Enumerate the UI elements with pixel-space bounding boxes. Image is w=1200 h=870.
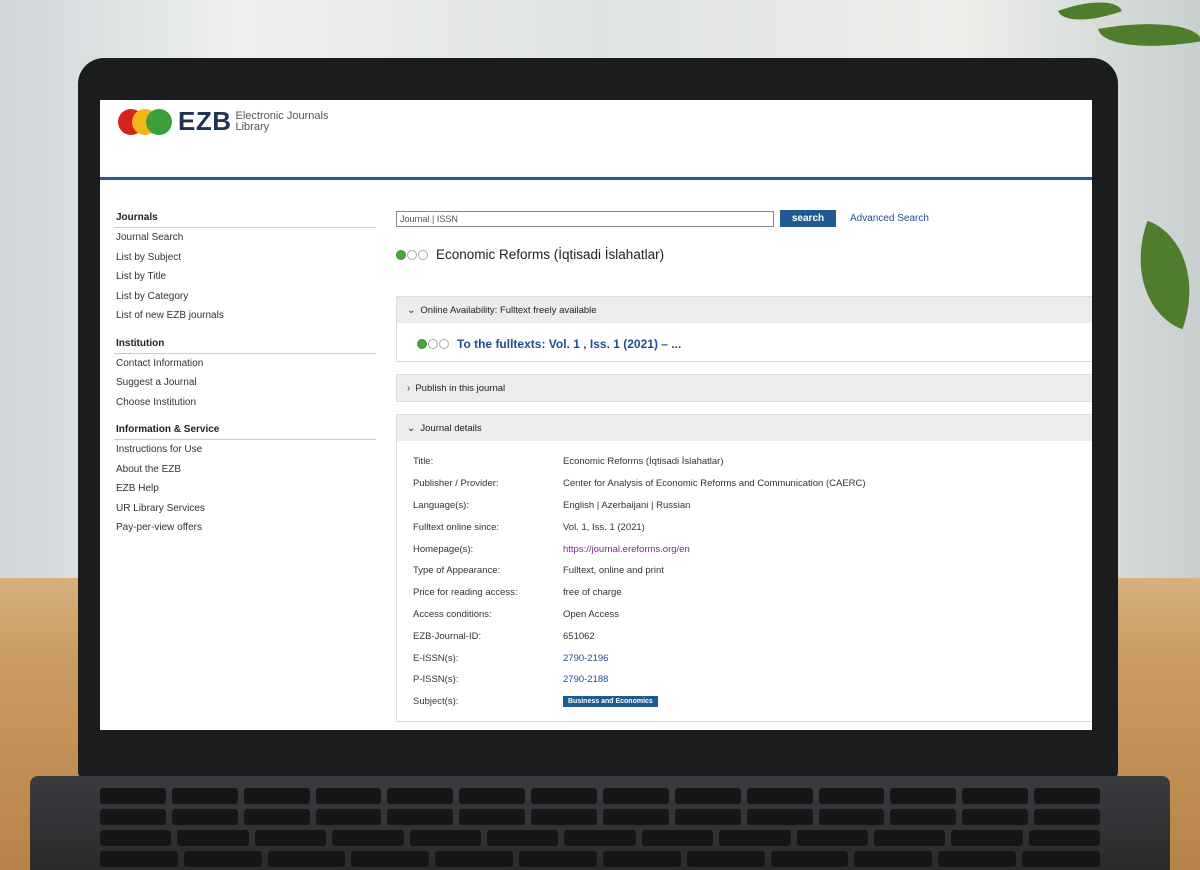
sidebar-item-list-by-subject[interactable]: List by Subject [114,248,376,268]
detail-label: Publisher / Provider: [413,478,499,490]
logo-subtitle: Electronic Journals Library [235,109,329,133]
main-content: search Advanced Search Economic Reforms … [396,210,1092,722]
eissn-link[interactable]: 2790-2196 [563,653,608,664]
detail-label: Language(s): [413,499,469,511]
panel-label: Publish in this journal [415,382,506,394]
detail-label: Type of Appearance: [413,565,501,577]
sidebar-item-new-journals[interactable]: List of new EZB journals [114,306,376,326]
detail-label: Price for reading access: [413,587,518,599]
panel-label: Journal details [420,422,482,434]
sidebar-group-institution: Institution Contact Information Suggest … [114,336,376,413]
detail-row: E-ISSN(s): 2790-2196 [413,647,1079,669]
sidebar-item-journal-search[interactable]: Journal Search [114,228,376,248]
ezb-logo[interactable]: EZB Electronic Journals Library [118,106,346,137]
logo-mark: EZB [178,106,232,136]
detail-label: Homepage(s): [413,543,474,555]
detail-row: Language(s): English | Azerbaijani | Rus… [413,495,1079,517]
sidebar-item-instructions[interactable]: Instructions for Use [114,440,376,460]
sidebar-item-list-by-category[interactable]: List by Category [114,287,376,307]
detail-row: Fulltext online since: Vol. 1, Iss. 1 (2… [413,516,1079,538]
detail-row: Publisher / Provider: Center for Analysi… [413,473,1079,495]
sidebar-item-help[interactable]: EZB Help [114,479,376,499]
detail-value: Open Access [563,608,619,620]
keyboard [100,788,1101,870]
sidebar-group-journals: Journals Journal Search List by Subject … [114,210,376,326]
detail-label: Subject(s): [413,696,459,708]
fulltext-row: To the fulltexts: Vol. 1 , Iss. 1 (2021)… [417,337,1075,351]
logo-dots-icon [118,108,174,135]
publish-panel: › Publish in this journal [396,374,1092,402]
search-bar: search Advanced Search [396,210,1092,227]
sidebar-item-pay-per-view[interactable]: Pay-per-view offers [114,518,376,538]
detail-label: E-ISSN(s): [413,652,459,664]
detail-value: Economic Reforms (İqtisadi İslahatlar) [563,456,724,468]
pissn-link[interactable]: 2790-2188 [563,674,608,685]
detail-row: EZB-Journal-ID: 651062 [413,625,1079,647]
chevron-right-icon: › [407,382,411,394]
sidebar-group-info-service: Information & Service Instructions for U… [114,422,376,538]
site-header: EZB Electronic Journals Library [100,100,1092,180]
advanced-search-link[interactable]: Advanced Search [850,213,929,224]
sidebar-item-list-by-title[interactable]: List by Title [114,267,376,287]
panel-label: Online Availability: Fulltext freely ava… [420,304,597,316]
detail-row: Title: Economic Reforms (İqtisadi İslaha… [413,451,1079,473]
detail-row: P-ISSN(s): 2790-2188 [413,669,1079,691]
search-input[interactable] [396,210,774,227]
journal-title: Economic Reforms (İqtisadi İslahatlar) [436,247,665,262]
sidebar-item-choose-institution[interactable]: Choose Institution [114,393,376,413]
availability-traffic-light-icon [396,249,428,260]
browser-screen: EZB Electronic Journals Library Journals… [100,100,1092,730]
sidebar-heading: Journals [114,210,376,228]
journal-title-row: Economic Reforms (İqtisadi İslahatlar) [396,247,1092,262]
detail-value: English | Azerbaijani | Russian [563,499,691,511]
online-availability-panel: ⌄ Online Availability: Fulltext freely a… [396,296,1092,362]
homepage-link[interactable]: https://journal.ereforms.org/en [563,544,690,555]
availability-traffic-light-icon [417,339,449,349]
detail-row: Homepage(s): https://journal.ereforms.or… [413,538,1079,560]
detail-label: EZB-Journal-ID: [413,630,482,642]
detail-label: Access conditions: [413,608,492,620]
chevron-down-icon: ⌄ [407,304,416,316]
publish-toggle[interactable]: › Publish in this journal [397,375,1092,401]
journal-details-toggle[interactable]: ⌄ Journal details [397,415,1092,441]
detail-label: Fulltext online since: [413,521,500,533]
fulltext-link[interactable]: To the fulltexts: Vol. 1 , Iss. 1 (2021)… [457,337,681,351]
detail-label: P-ISSN(s): [413,674,459,686]
sidebar-item-library-services[interactable]: UR Library Services [114,499,376,519]
sidebar-item-suggest-journal[interactable]: Suggest a Journal [114,373,376,393]
detail-label: Title: [413,456,434,468]
detail-row: Type of Appearance: Fulltext, online and… [413,560,1079,582]
search-button[interactable]: search [780,210,836,227]
sidebar-nav: Journals Journal Search List by Subject … [114,210,376,548]
detail-value: Center for Analysis of Economic Reforms … [563,478,866,490]
sidebar-item-about[interactable]: About the EZB [114,460,376,480]
subject-badge[interactable]: Business and Economics [563,696,658,708]
sidebar-item-contact[interactable]: Contact Information [114,354,376,374]
online-availability-toggle[interactable]: ⌄ Online Availability: Fulltext freely a… [397,297,1092,323]
detail-value: free of charge [563,587,622,599]
detail-row: Subject(s): Business and Economics [413,691,1079,713]
detail-value: Fulltext, online and print [563,565,664,577]
details-table: Title: Economic Reforms (İqtisadi İslaha… [397,441,1092,721]
detail-row: Access conditions: Open Access [413,604,1079,626]
sidebar-heading: Institution [114,336,376,354]
panel-body: To the fulltexts: Vol. 1 , Iss. 1 (2021)… [397,323,1092,361]
sidebar-heading: Information & Service [114,422,376,440]
detail-value: 651062 [563,630,595,642]
chevron-down-icon: ⌄ [407,422,416,434]
detail-value: Vol. 1, Iss. 1 (2021) [563,521,645,533]
journal-details-panel: ⌄ Journal details Title: Economic Reform… [396,414,1092,722]
detail-row: Price for reading access: free of charge [413,582,1079,604]
